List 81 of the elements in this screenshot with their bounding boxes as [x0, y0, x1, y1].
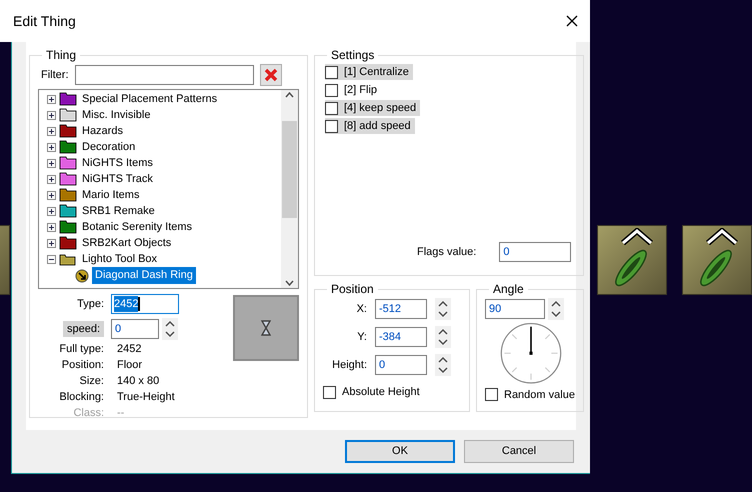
absolute-height-option[interactable]: Absolute Height	[323, 384, 461, 400]
info-value: 140 x 80	[117, 374, 160, 389]
scroll-thumb[interactable]	[282, 120, 297, 218]
expand-icon[interactable]	[47, 142, 56, 152]
flag-option[interactable]: [2] Flip	[325, 82, 382, 98]
scroll-down-icon[interactable]	[285, 280, 294, 286]
coordinate-field[interactable]: -384	[375, 327, 427, 347]
spinner-arrows-icon[interactable]	[435, 354, 451, 376]
tree-item[interactable]: Decoration	[80, 138, 138, 156]
group-title: Thing	[45, 47, 78, 64]
checkbox[interactable]	[325, 120, 338, 132]
flag-option[interactable]: [4] keep speed	[325, 100, 420, 116]
filter-label: Filter:	[41, 68, 68, 83]
argument-label: speed:	[62, 320, 104, 338]
clear-icon	[264, 68, 278, 82]
info-label: Position:	[60, 358, 104, 373]
info-value: --	[117, 406, 124, 421]
coordinate-field[interactable]: -512	[375, 299, 427, 319]
checkbox[interactable]	[325, 102, 338, 114]
dialog-button[interactable]: Cancel	[464, 440, 574, 463]
spinner-arrows-icon[interactable]	[548, 298, 564, 320]
clear-filter-button[interactable]	[260, 64, 282, 86]
scrollbar[interactable]	[281, 90, 298, 288]
scroll-up-icon[interactable]	[285, 92, 294, 98]
info-label: Class:	[72, 406, 104, 421]
spinner-arrows-icon[interactable]	[435, 326, 451, 348]
tree-item[interactable]: Botanic Serenity Items	[80, 218, 194, 236]
flags-value-label: Flags value:	[417, 244, 476, 260]
tree-item[interactable]: SRB1 Remake	[80, 202, 157, 220]
info-value: Floor	[117, 358, 142, 373]
expand-icon[interactable]	[47, 238, 56, 248]
tree-item[interactable]: NiGHTS Items	[80, 154, 155, 172]
expand-icon[interactable]	[47, 190, 56, 200]
expand-icon[interactable]	[47, 174, 56, 184]
type-label: Type:	[76, 296, 104, 312]
flag-option[interactable]: [1] Centralize	[325, 64, 413, 80]
tree-item[interactable]: Lighto Tool Box	[80, 250, 160, 268]
tree-item[interactable]: Hazards	[80, 122, 125, 140]
expand-icon[interactable]	[47, 126, 56, 136]
tree-item[interactable]: Misc. Invisible	[80, 106, 152, 124]
close-icon[interactable]	[566, 15, 578, 27]
info-label: Blocking:	[58, 390, 104, 405]
filter-field[interactable]	[74, 65, 254, 85]
type-field[interactable]: 2452	[111, 294, 179, 314]
expand-icon[interactable]	[47, 94, 56, 104]
group-title: Settings	[330, 47, 376, 64]
info-value: 2452	[117, 342, 142, 357]
checkbox[interactable]	[485, 388, 498, 402]
flags-value-field[interactable]: 0	[499, 242, 572, 262]
angle-field[interactable]: 90	[485, 299, 545, 319]
coordinate-field[interactable]: 0	[375, 355, 427, 375]
window-title: Edit Thing	[13, 12, 76, 31]
info-label: Size:	[78, 374, 104, 389]
coordinate-label: X:	[356, 302, 367, 317]
group-title: Angle	[492, 281, 525, 298]
flag-option[interactable]: [8] add speed	[325, 118, 415, 134]
expand-icon[interactable]	[47, 158, 56, 168]
tree-item[interactable]: Special Placement Patterns	[80, 90, 220, 108]
tree-item[interactable]: Mario Items	[80, 186, 142, 204]
ring-icon	[75, 268, 89, 282]
info-label: Full type:	[58, 342, 104, 357]
random-value-option[interactable]: Random value	[485, 386, 575, 403]
coordinate-label: Y:	[356, 330, 367, 345]
tree-item[interactable]: SRB2Kart Objects	[80, 234, 174, 252]
info-value: True-Height	[117, 390, 175, 405]
checkbox[interactable]	[325, 84, 338, 96]
spinner-arrows-icon[interactable]	[435, 298, 451, 320]
group-title: Position	[330, 281, 375, 298]
expand-icon[interactable]	[47, 110, 56, 120]
tree-item[interactable]: Diagonal Dash Ring	[92, 267, 196, 284]
argument-field[interactable]: 0	[111, 319, 159, 339]
dialog-button[interactable]: OK	[345, 440, 455, 463]
expand-icon[interactable]	[47, 222, 56, 232]
checkbox[interactable]	[323, 386, 336, 399]
tree-item[interactable]: NiGHTS Track	[80, 170, 155, 188]
collapse-icon[interactable]	[47, 254, 56, 264]
coordinate-label: Height:	[331, 358, 367, 373]
spinner-arrows-icon[interactable]	[162, 318, 178, 340]
hourglass-icon	[261, 320, 271, 336]
expand-icon[interactable]	[47, 206, 56, 216]
checkbox[interactable]	[325, 66, 338, 78]
